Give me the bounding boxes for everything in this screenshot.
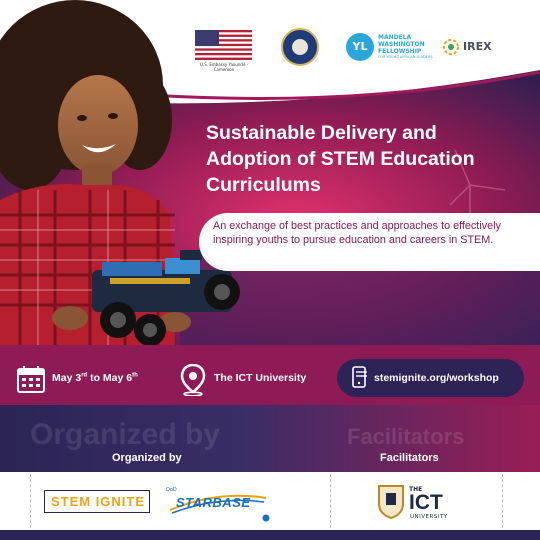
event-dates: May 3rd to May 6th — [52, 372, 138, 384]
ict-wordmark: ICT — [409, 491, 443, 514]
mwf-tagline: FOR YOUNG AFRICAN LEADERS — [378, 55, 433, 59]
calendar-icon — [17, 366, 45, 393]
irex-wordmark: IREX — [463, 40, 492, 53]
website-url[interactable]: stemignite.org/workshop — [374, 372, 499, 384]
state-department-seal-icon — [281, 28, 319, 66]
bottom-band — [0, 530, 540, 540]
watermark-organized: Organized by — [30, 418, 221, 451]
location-pin-icon — [180, 364, 206, 396]
divider — [330, 474, 331, 528]
irex-mark-icon — [443, 39, 459, 55]
divider — [502, 474, 503, 528]
ict-university-label: UNIVERSITY — [410, 514, 448, 520]
event-venue: The ICT University — [214, 372, 307, 384]
watermark-facilitators: Facilitators — [347, 424, 465, 449]
organized-by-label: Organized by — [112, 452, 182, 464]
headline: Sustainable Delivery and Adoption of STE… — [206, 122, 475, 196]
ict-university-shield-icon — [378, 485, 404, 520]
embassy-caption: U.S. Embassy Yaoundé · Cameroon — [200, 62, 248, 72]
subheadline-box: An exchange of best practices and approa… — [199, 213, 540, 271]
us-flag-icon — [195, 30, 252, 60]
phone-web-icon — [352, 366, 367, 388]
divider — [30, 474, 31, 528]
stem-ignite-wordmark: STEM IGNITE — [50, 494, 146, 509]
facilitators-label: Facilitators — [380, 452, 439, 464]
stem-ignite-logo: STEM IGNITE — [44, 490, 150, 513]
mwf-badge: YL — [346, 33, 374, 61]
starbase-wordmark: STARBASE — [176, 495, 251, 510]
mwf-name: MANDELA WASHINGTON FELLOWSHIP — [378, 34, 425, 55]
starbase-star-icon — [262, 514, 270, 522]
starbase-prefix: DoD — [166, 487, 177, 493]
hero-banner: U.S. Embassy Yaoundé · Cameroon YL MANDE… — [0, 0, 540, 345]
subheadline: An exchange of best practices and approa… — [213, 220, 501, 246]
